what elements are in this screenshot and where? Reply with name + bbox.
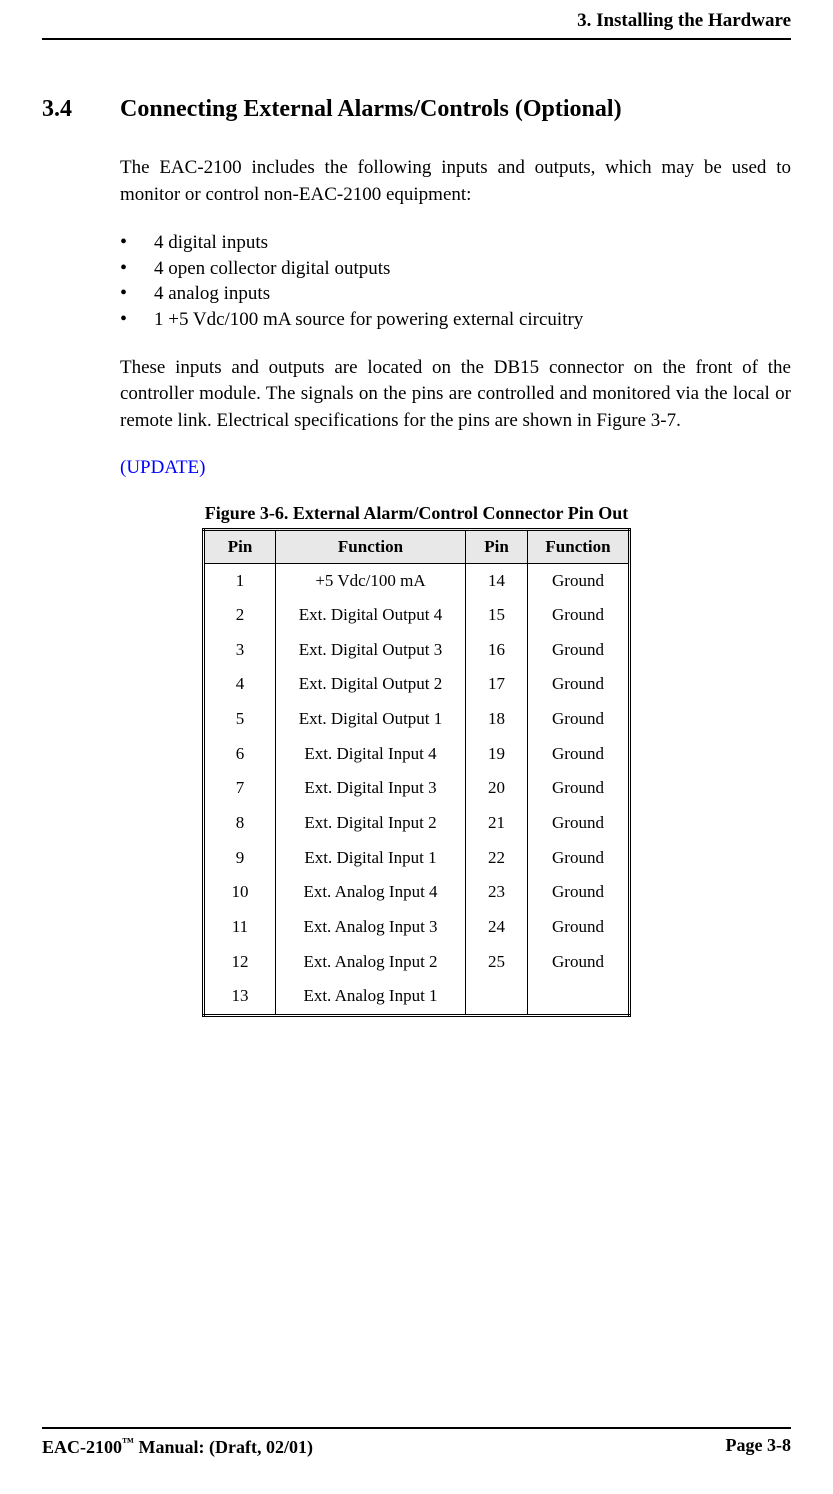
list-item: 4 digital inputs — [120, 230, 791, 256]
pinout-table: Pin Function Pin Function 1+5 Vdc/100 mA… — [202, 528, 631, 1017]
table-cell: Ground — [528, 875, 630, 910]
table-row: 9Ext. Digital Input 122Ground — [204, 841, 630, 876]
list-item: 4 open collector digital outputs — [120, 256, 791, 282]
table-cell: 6 — [204, 737, 276, 772]
table-cell: Ext. Digital Input 2 — [276, 806, 466, 841]
table-cell: 24 — [466, 910, 528, 945]
table-cell: 20 — [466, 771, 528, 806]
table-cell: Ground — [528, 841, 630, 876]
table-cell: Ground — [528, 737, 630, 772]
table-cell: Ext. Analog Input 4 — [276, 875, 466, 910]
th-pin2: Pin — [466, 529, 528, 563]
table-cell: 9 — [204, 841, 276, 876]
product-name: EAC-2100 — [42, 1437, 122, 1457]
table-cell: Ground — [528, 667, 630, 702]
table-row: 8Ext. Digital Input 221Ground — [204, 806, 630, 841]
table-cell: 15 — [466, 598, 528, 633]
table-cell: 10 — [204, 875, 276, 910]
table-container: Pin Function Pin Function 1+5 Vdc/100 mA… — [42, 528, 791, 1017]
table-cell: Ext. Digital Output 1 — [276, 702, 466, 737]
table-row: 12Ext. Analog Input 225Ground — [204, 945, 630, 980]
table-cell: Ext. Analog Input 2 — [276, 945, 466, 980]
table-row: 11Ext. Analog Input 324Ground — [204, 910, 630, 945]
th-func1: Function — [276, 529, 466, 563]
table-cell: 18 — [466, 702, 528, 737]
table-cell: 8 — [204, 806, 276, 841]
table-cell: 13 — [204, 979, 276, 1015]
table-cell: 25 — [466, 945, 528, 980]
table-cell: 16 — [466, 633, 528, 668]
table-cell: Ext. Digital Input 3 — [276, 771, 466, 806]
manual-info: Manual: (Draft, 02/01) — [134, 1437, 313, 1457]
table-cell: 7 — [204, 771, 276, 806]
th-pin1: Pin — [204, 529, 276, 563]
table-cell: Ext. Digital Input 1 — [276, 841, 466, 876]
table-cell: +5 Vdc/100 mA — [276, 563, 466, 598]
table-cell — [466, 979, 528, 1015]
table-row: 4Ext. Digital Output 217Ground — [204, 667, 630, 702]
section-heading: 3.4 Connecting External Alarms/Controls … — [42, 96, 791, 123]
page-number: Page 3-8 — [726, 1435, 791, 1458]
table-cell: Ext. Digital Output 4 — [276, 598, 466, 633]
section-number: 3.4 — [42, 96, 120, 123]
table-row: 2Ext. Digital Output 415Ground — [204, 598, 630, 633]
table-cell: Ground — [528, 945, 630, 980]
table-row: 7Ext. Digital Input 320Ground — [204, 771, 630, 806]
table-cell: Ground — [528, 910, 630, 945]
table-cell: 11 — [204, 910, 276, 945]
table-cell: 12 — [204, 945, 276, 980]
table-cell: 23 — [466, 875, 528, 910]
table-cell: Ext. Analog Input 3 — [276, 910, 466, 945]
description-paragraph: These inputs and outputs are located on … — [120, 355, 791, 435]
table-row: 5Ext. Digital Output 118Ground — [204, 702, 630, 737]
page-footer: EAC-2100™ Manual: (Draft, 02/01) Page 3-… — [42, 1427, 791, 1458]
table-row: 1+5 Vdc/100 mA14Ground — [204, 563, 630, 598]
table-cell: Ground — [528, 598, 630, 633]
footer-left: EAC-2100™ Manual: (Draft, 02/01) — [42, 1435, 313, 1458]
trademark-icon: ™ — [122, 1435, 134, 1449]
figure-caption: Figure 3-6. External Alarm/Control Conne… — [42, 503, 791, 524]
table-cell: 4 — [204, 667, 276, 702]
table-cell: Ext. Analog Input 1 — [276, 979, 466, 1015]
table-cell: 5 — [204, 702, 276, 737]
section-title: Connecting External Alarms/Controls (Opt… — [120, 96, 622, 123]
table-cell: 2 — [204, 598, 276, 633]
section-body: 3.4 Connecting External Alarms/Controls … — [42, 40, 791, 1017]
table-cell: Ground — [528, 633, 630, 668]
table-cell: 14 — [466, 563, 528, 598]
table-cell: Ground — [528, 563, 630, 598]
table-cell: 3 — [204, 633, 276, 668]
table-cell: Ground — [528, 771, 630, 806]
table-cell: 17 — [466, 667, 528, 702]
table-row: 13Ext. Analog Input 1 — [204, 979, 630, 1015]
table-cell: 21 — [466, 806, 528, 841]
table-cell: 1 — [204, 563, 276, 598]
table-cell: Ground — [528, 806, 630, 841]
table-row: 10Ext. Analog Input 423Ground — [204, 875, 630, 910]
list-item: 1 +5 Vdc/100 mA source for powering exte… — [120, 307, 791, 333]
table-cell: 19 — [466, 737, 528, 772]
table-row: 3Ext. Digital Output 316Ground — [204, 633, 630, 668]
th-func2: Function — [528, 529, 630, 563]
table-header-row: Pin Function Pin Function — [204, 529, 630, 563]
table-cell: Ext. Digital Output 2 — [276, 667, 466, 702]
table-cell: Ext. Digital Input 4 — [276, 737, 466, 772]
page-header: 3. Installing the Hardware — [42, 0, 791, 40]
table-cell: Ground — [528, 702, 630, 737]
feature-list: 4 digital inputs 4 open collector digita… — [120, 230, 791, 333]
table-cell: Ext. Digital Output 3 — [276, 633, 466, 668]
intro-paragraph: The EAC-2100 includes the following inpu… — [120, 155, 791, 208]
table-cell: 22 — [466, 841, 528, 876]
update-note: (UPDATE) — [120, 457, 791, 479]
table-row: 6Ext. Digital Input 419Ground — [204, 737, 630, 772]
table-cell — [528, 979, 630, 1015]
chapter-title: 3. Installing the Hardware — [577, 10, 791, 31]
list-item: 4 analog inputs — [120, 281, 791, 307]
